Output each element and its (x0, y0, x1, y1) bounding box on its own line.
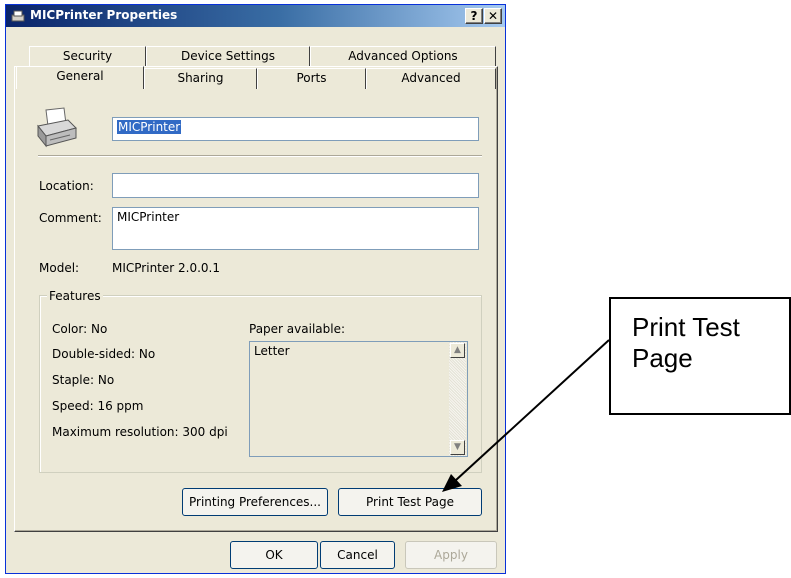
comment-field[interactable]: MICPrinter (112, 207, 479, 250)
model-value: MICPrinter 2.0.0.1 (112, 261, 220, 275)
callout-text: Print Test Page (632, 312, 791, 374)
tab-security[interactable]: Security (29, 46, 146, 67)
scroll-down-icon[interactable]: ▼ (450, 440, 465, 455)
tab-device-settings[interactable]: Device Settings (146, 46, 310, 67)
paper-list-scrollbar[interactable] (449, 342, 466, 456)
separator (38, 155, 482, 157)
close-button[interactable]: ✕ (484, 8, 502, 24)
model-label: Model: (39, 261, 80, 275)
tab-general[interactable]: General (16, 66, 144, 89)
app-icon (11, 10, 25, 22)
feature-speed: Speed: 16 ppm (52, 399, 144, 413)
title-bar[interactable]: MICPrinter Properties (6, 5, 505, 27)
feature-double-sided: Double-sided: No (52, 347, 156, 361)
paper-list[interactable]: Letter (249, 341, 468, 457)
location-field[interactable] (112, 173, 479, 198)
help-button[interactable]: ? (465, 8, 483, 24)
paper-available-label: Paper available: (249, 322, 346, 336)
tab-advanced[interactable]: Advanced (366, 68, 496, 89)
tab-advanced-options[interactable]: Advanced Options (310, 46, 496, 67)
print-test-page-button[interactable]: Print Test Page (338, 488, 482, 516)
scroll-up-icon[interactable]: ▲ (450, 343, 465, 358)
printer-name-selected-text: MICPrinter (117, 120, 182, 134)
location-label: Location: (39, 179, 94, 193)
comment-label: Comment: (39, 211, 102, 225)
window-title: MICPrinter Properties (30, 8, 178, 22)
callout-line-1: Print Test (632, 312, 740, 342)
tab-ports[interactable]: Ports (257, 68, 366, 89)
printer-name-field[interactable]: MICPrinter (112, 117, 479, 141)
printer-icon (37, 107, 77, 148)
callout-line-2: Page (632, 343, 693, 373)
printing-preferences-button[interactable]: Printing Preferences... (182, 488, 328, 516)
feature-staple: Staple: No (52, 373, 115, 387)
feature-max-resolution: Maximum resolution: 300 dpi (52, 425, 228, 439)
paper-item-letter[interactable]: Letter (254, 344, 290, 358)
apply-button[interactable]: Apply (405, 541, 497, 569)
feature-color: Color: No (52, 322, 108, 336)
tab-sharing[interactable]: Sharing (144, 68, 257, 89)
features-title: Features (47, 289, 103, 303)
ok-button[interactable]: OK (230, 541, 318, 569)
cancel-button[interactable]: Cancel (320, 541, 395, 569)
